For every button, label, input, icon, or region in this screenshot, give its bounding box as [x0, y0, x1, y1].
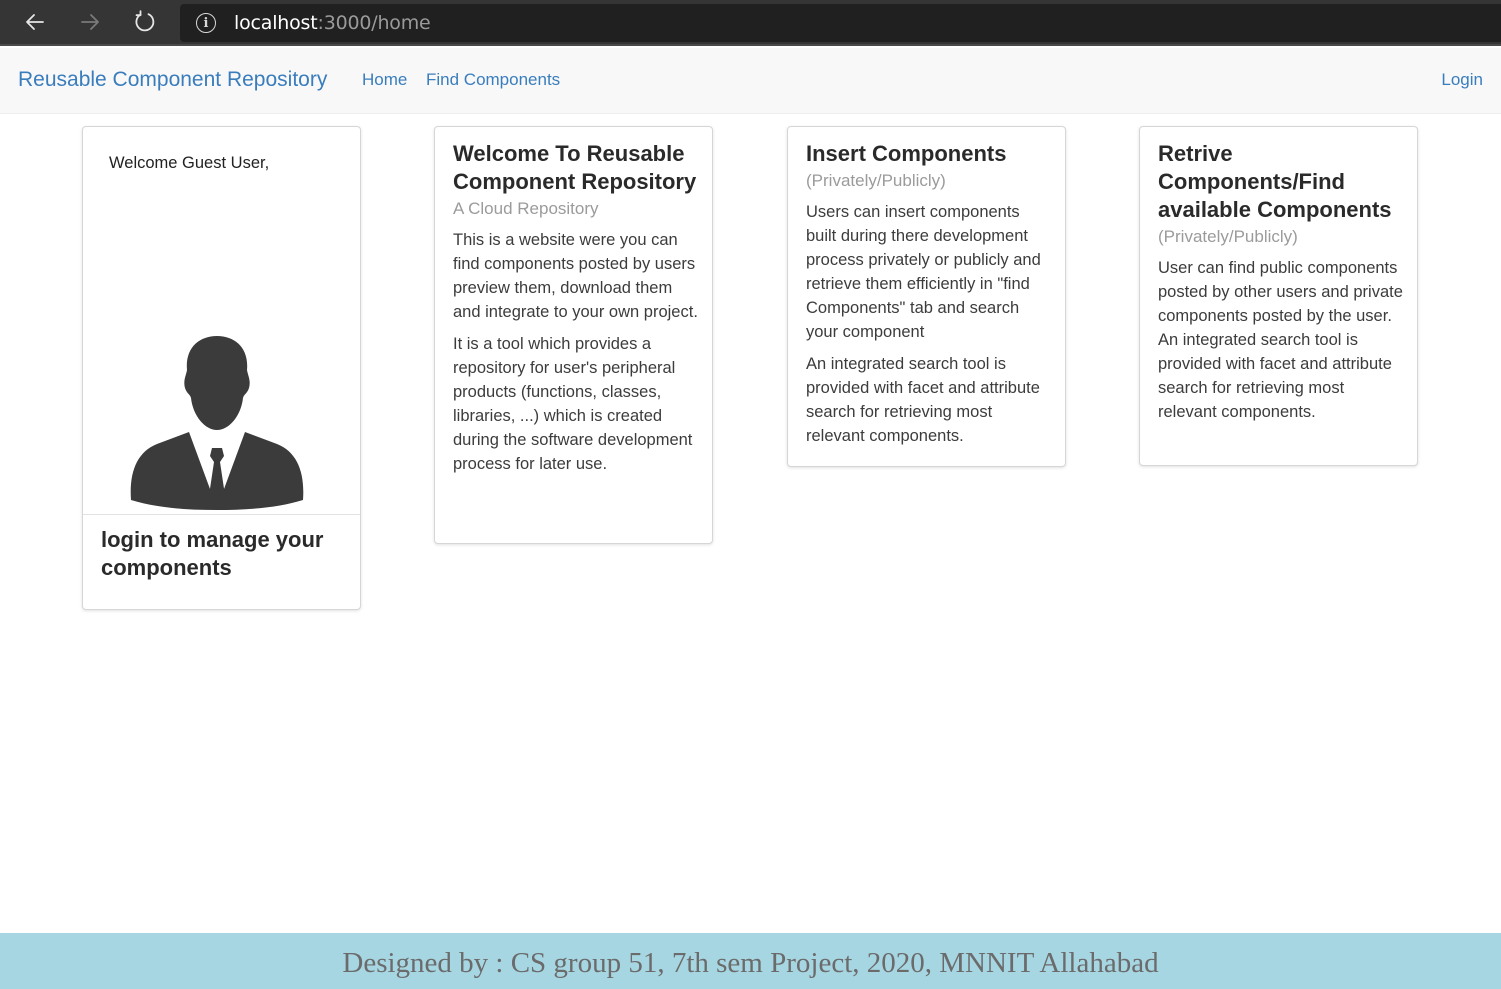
url-path: :3000/home: [317, 12, 431, 34]
card-paragraph: An integrated search tool is provided wi…: [806, 355, 1040, 445]
retrieve-components-card: Retrive Components/Find available Compon…: [1139, 126, 1418, 466]
back-arrow-icon: [26, 14, 44, 30]
info-icon[interactable]: i: [196, 13, 216, 33]
footer-credits: Designed by : CS group 51, 7th sem Proje…: [342, 946, 1159, 979]
site-navbar: Reusable Component Repository Home Find …: [0, 48, 1501, 114]
card-title: Welcome To Reusable Component Repository: [453, 141, 697, 194]
back-button[interactable]: [20, 7, 50, 37]
welcome-guest-text: Welcome Guest User,: [109, 154, 270, 172]
browser-toolbar: i localhost:3000/home: [0, 0, 1501, 46]
nav-login-link[interactable]: Login: [1441, 70, 1483, 90]
url-text: localhost:3000/home: [234, 12, 431, 34]
login-prompt-heading: login to manage your components: [101, 527, 324, 580]
card-paragraph: Users can insert components built during…: [806, 203, 1041, 341]
card-title: Retrive Components/Find available Compon…: [1158, 141, 1392, 222]
card-title: Insert Components: [806, 141, 1007, 166]
card-paragraph: User can find public components posted b…: [1158, 259, 1403, 421]
nav-find-components-link[interactable]: Find Components: [426, 70, 560, 90]
address-bar[interactable]: i localhost:3000/home: [180, 4, 1501, 42]
nav-home-link[interactable]: Home: [362, 70, 407, 90]
card-paragraph: This is a website were you can find comp…: [453, 231, 698, 321]
user-avatar-icon: [130, 336, 304, 510]
reload-button[interactable]: [130, 7, 160, 37]
page-footer: Designed by : CS group 51, 7th sem Proje…: [0, 933, 1501, 989]
reload-icon: [135, 10, 155, 32]
welcome-card: Welcome To Reusable Component Repository…: [434, 126, 713, 544]
forward-arrow-icon: [81, 14, 99, 30]
card-subtitle: (Privately/Publicly): [1158, 227, 1298, 246]
user-card: Welcome Guest User, login to manage your…: [82, 126, 361, 610]
card-body: Insert Components (Privately/Publicly) U…: [806, 140, 1051, 448]
card-paragraph: It is a tool which provides a repository…: [453, 335, 693, 473]
card-body: Welcome To Reusable Component Repository…: [453, 140, 698, 476]
card-divider: [83, 514, 360, 515]
insert-components-card: Insert Components (Privately/Publicly) U…: [787, 126, 1066, 467]
card-subtitle: (Privately/Publicly): [806, 171, 946, 190]
url-host: localhost: [234, 12, 318, 34]
card-subtitle: A Cloud Repository: [453, 199, 599, 218]
card-body: Retrive Components/Find available Compon…: [1158, 140, 1403, 424]
forward-button[interactable]: [75, 7, 105, 37]
brand-link[interactable]: Reusable Component Repository: [18, 68, 327, 92]
